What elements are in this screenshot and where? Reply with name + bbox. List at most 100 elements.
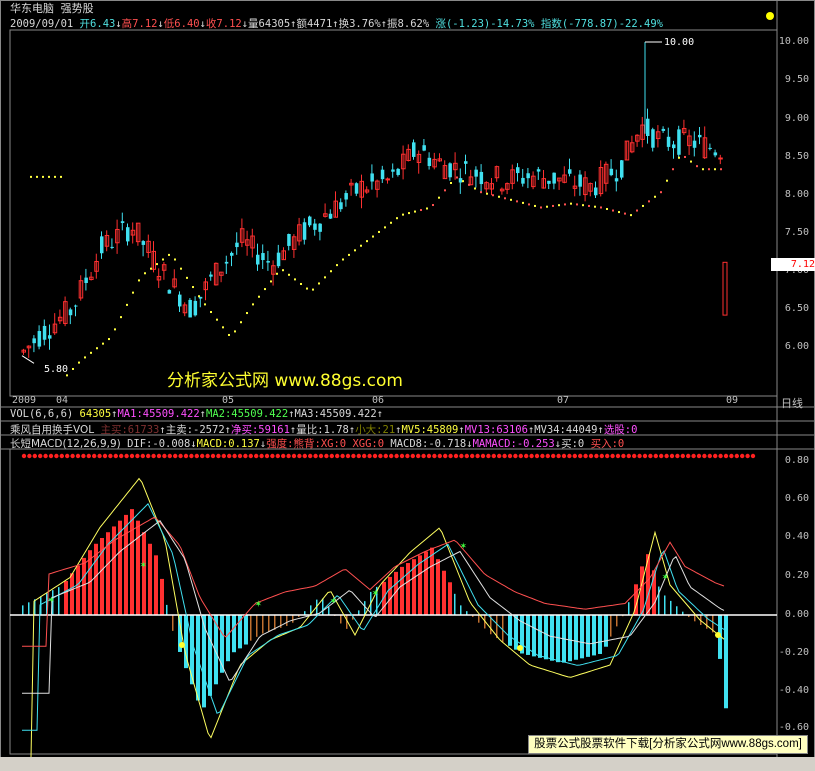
signal-dot xyxy=(345,453,351,459)
signal-dot xyxy=(480,453,486,459)
macd-bar xyxy=(640,566,644,615)
signal-dot xyxy=(588,453,594,459)
signal-dot xyxy=(227,453,232,459)
macd-bar xyxy=(148,543,152,615)
macd-bar xyxy=(274,615,276,630)
chart-canvas: ✶ ✶ ✶ ✶ ✶ ✶ ✶ xyxy=(0,0,815,757)
signal-dot xyxy=(416,453,421,459)
signal-dot xyxy=(421,453,426,459)
ma-dot xyxy=(402,213,404,216)
candle-body xyxy=(422,145,426,151)
vol-value: 64305 xyxy=(79,408,112,420)
macd-bar xyxy=(460,605,462,615)
signal-dot xyxy=(680,453,685,459)
candle-body xyxy=(609,168,614,176)
signal-dot xyxy=(464,453,469,459)
ma-dot xyxy=(468,183,470,186)
ma-dot xyxy=(192,286,194,289)
time-label: 05 xyxy=(222,395,235,406)
ma-dot xyxy=(132,291,134,294)
time-label: 07 xyxy=(557,395,570,406)
candle-body xyxy=(651,129,655,148)
candle-body xyxy=(614,178,619,182)
macd-bar xyxy=(130,509,134,615)
signal-dot xyxy=(156,453,162,459)
ma-dot xyxy=(690,160,692,163)
candle-body xyxy=(167,290,172,294)
ma-dot xyxy=(546,205,548,208)
candle-body xyxy=(48,335,52,339)
signal-dot xyxy=(151,453,156,459)
candle-body xyxy=(677,129,681,155)
signal-dot xyxy=(189,453,194,459)
macd-bar xyxy=(592,615,596,656)
signal-dot xyxy=(491,453,496,459)
signal-dot xyxy=(21,453,27,459)
candle-body xyxy=(74,305,78,307)
signal-dot xyxy=(281,453,286,459)
mv13: MV13:63106 xyxy=(464,424,528,436)
status-strip xyxy=(0,757,815,771)
star-marker: ✶ xyxy=(460,539,467,552)
price-panel xyxy=(9,29,778,397)
candle-body xyxy=(193,300,198,316)
macd-info-line: 长短MACD(12,26,9,9) DIF:-0.008↓MACD:0.137↓… xyxy=(10,436,624,451)
star-marker: ✶ xyxy=(662,570,669,583)
signal-dot xyxy=(696,453,702,459)
macd-bar xyxy=(58,587,60,615)
macd-bar xyxy=(406,563,410,615)
ma-dot xyxy=(54,175,56,178)
ma-dot xyxy=(708,168,710,171)
signal-dot xyxy=(437,453,442,459)
footer-banner[interactable]: 股票公式股票软件下载[分析家公式网www.88gs.com] xyxy=(528,735,808,754)
signal-dot xyxy=(297,453,302,459)
signal-dot xyxy=(340,453,345,459)
macd-bar xyxy=(628,602,630,615)
ma-dot xyxy=(234,330,236,333)
signal-dot xyxy=(200,453,205,459)
ma-dot xyxy=(522,201,524,204)
macd-tick: -0.20 xyxy=(778,647,809,658)
signal-dot xyxy=(378,453,383,459)
turnover-name: 乘风自用换手VOL xyxy=(10,424,95,436)
signal-dot xyxy=(65,453,70,459)
signal-dot xyxy=(507,453,513,459)
candle-body xyxy=(516,167,520,174)
ma-dot xyxy=(666,179,668,182)
ma-dot xyxy=(258,295,260,298)
signal-dot xyxy=(486,453,491,459)
ma-dot xyxy=(492,194,494,197)
macd-dif: DIF:-0.008 xyxy=(127,438,191,450)
mv5: MV5:45809 xyxy=(401,424,459,436)
watermark: 分析家公式网 www.88gs.com xyxy=(167,371,403,391)
price-tick: 6.50 xyxy=(784,303,809,314)
signal-dot xyxy=(308,453,313,459)
candle-body xyxy=(120,221,125,223)
signal-dot xyxy=(540,453,545,459)
signal-dot xyxy=(383,453,388,459)
macd-bar xyxy=(448,582,452,615)
small-big: 小大:21 xyxy=(355,424,396,436)
candle-body xyxy=(385,178,390,181)
candle-body xyxy=(448,163,452,178)
candle-body xyxy=(37,331,42,347)
signal-dot xyxy=(470,453,475,459)
ma-dot xyxy=(588,204,590,207)
macd-bar xyxy=(292,615,294,623)
macd-bar xyxy=(670,600,672,615)
ma-dot xyxy=(138,279,140,282)
ma-dot xyxy=(378,230,380,233)
signal-dot xyxy=(286,453,291,459)
signal-dot xyxy=(594,453,599,459)
ma-dot xyxy=(186,276,188,279)
signal-dot xyxy=(534,453,540,459)
candle-body xyxy=(266,261,270,263)
signal-dot xyxy=(675,453,680,459)
macd-bar xyxy=(616,615,618,627)
candle-body xyxy=(302,222,307,240)
signal-dot xyxy=(707,453,712,459)
candle-body xyxy=(464,161,468,164)
signal-dot xyxy=(183,453,189,459)
ma-dot xyxy=(312,288,314,291)
period-label[interactable]: 日线 xyxy=(781,395,803,411)
